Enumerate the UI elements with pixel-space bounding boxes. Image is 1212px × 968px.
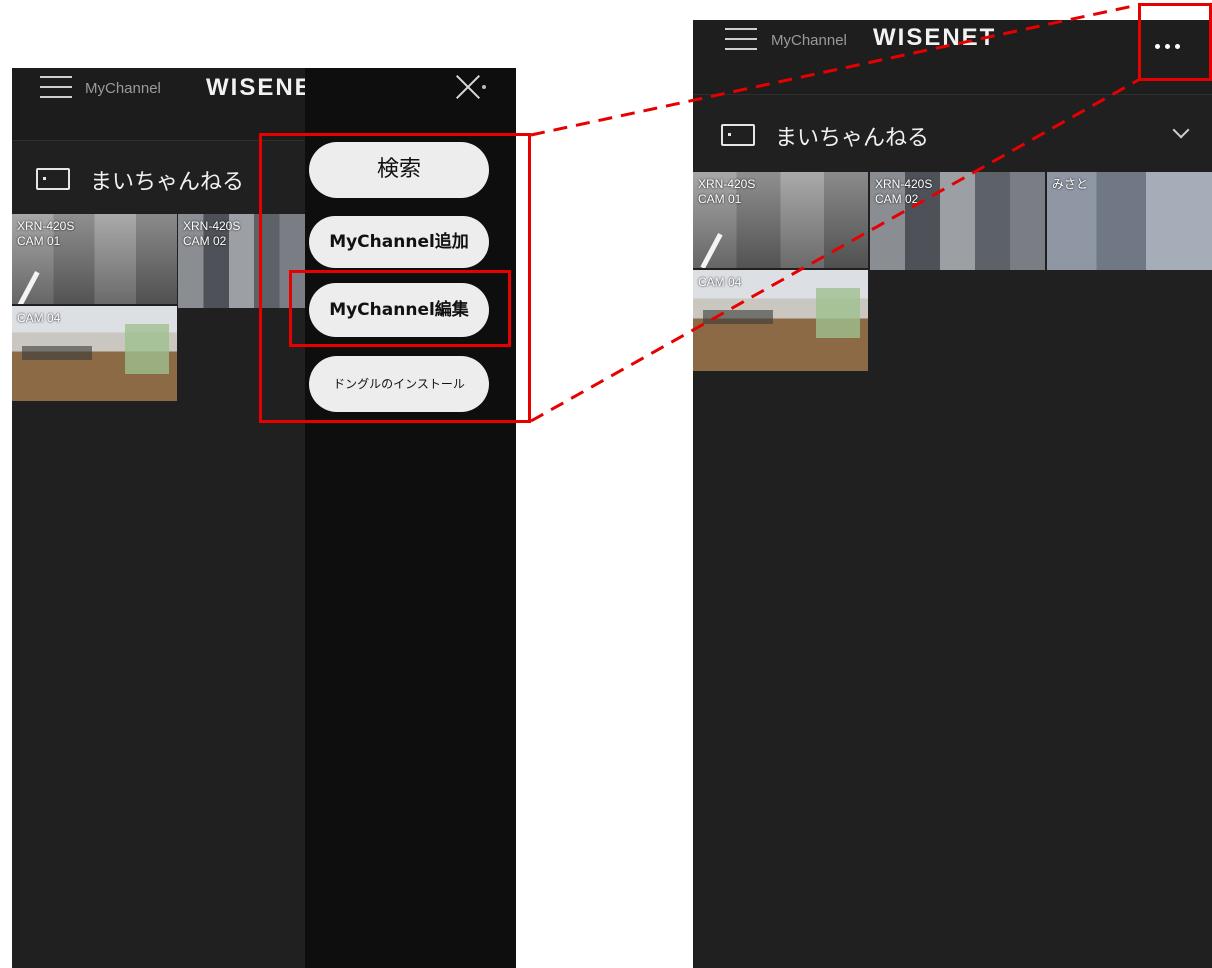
- callout-line-top: [530, 3, 1139, 137]
- callout-line-bottom: [530, 77, 1141, 423]
- callout-lines: [530, 3, 1141, 423]
